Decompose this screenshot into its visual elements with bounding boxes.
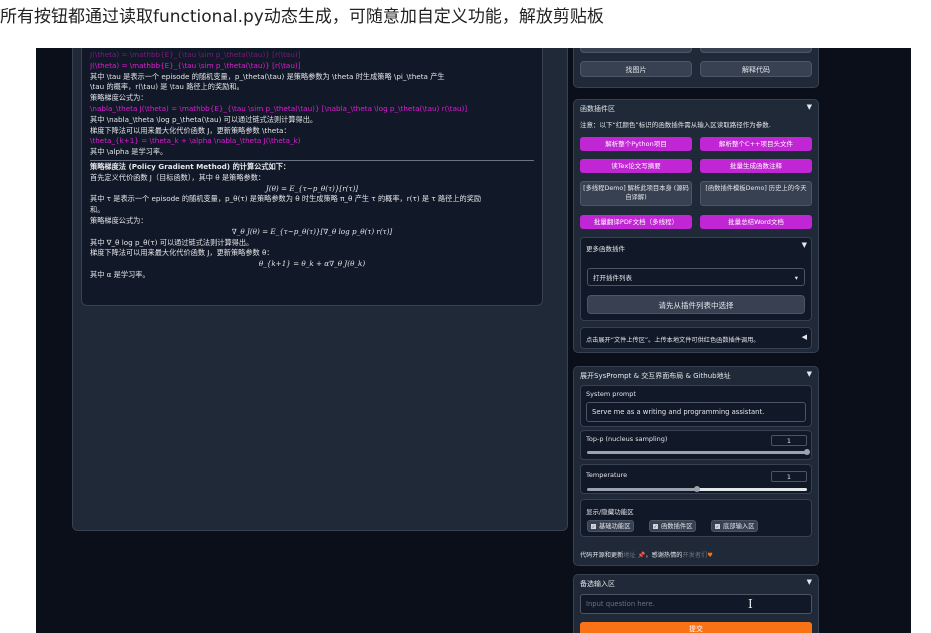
system-prompt-block: System prompt Serve me as a writing and … (580, 385, 812, 427)
rendered-title: 策略梯度法 (Policy Gradient Method) 的计算公式如下： (90, 161, 291, 171)
plugin-note: 注意：以下“红颜色”标识的函数插件需从输入区读取路径作为参数. (580, 121, 771, 129)
plugin-button[interactable]: 读Tex论文写摘要 (580, 159, 692, 173)
temperature-block: Temperature 1 (580, 464, 812, 494)
plugin-dropdown[interactable]: 打开插件列表 ▾ (587, 268, 805, 286)
plugin-button[interactable]: 批量翻译PDF文档（多线程） (580, 215, 692, 229)
dropdown-value: 打开插件列表 (593, 274, 632, 282)
text-cursor-icon: I (748, 597, 753, 611)
find-image-button[interactable]: 找图片 (580, 61, 692, 77)
collapse-icon[interactable]: ▼ (807, 103, 812, 111)
raw-line: 其中 \alpha 是学习率。 (90, 147, 168, 157)
raw-line: J(\theta) = \mathbb{E}_{\tau \sim p_\the… (90, 50, 301, 59)
formula: θ_{k+1} = θ_k + α∇_θ J(θ_k) (258, 259, 366, 269)
rendered-line: 其中 α 是学习率。 (90, 269, 150, 279)
raw-line: \nabla_\theta J(\theta) = \mathbb{E}_{\t… (90, 103, 468, 113)
raw-line: 其中 \nabla_\theta \log p_\theta(\tau) 可以通… (90, 114, 318, 124)
backup-question-input[interactable]: Input question here. (580, 594, 812, 614)
plugin-button[interactable]: [函数插件模板Demo] 历史上的今天 (700, 181, 812, 206)
raw-line: \tau 的概率，r(\tau) 是 \tau 路径上的奖励和。 (90, 82, 244, 92)
temperature-label: Temperature (586, 471, 628, 479)
collapse-icon[interactable]: ▼ (802, 241, 807, 249)
function-plugins-panel: 函数插件区 ▼ 注意：以下“红颜色”标识的函数插件需从输入区读取路径作为参数. … (573, 99, 819, 353)
app-screenshot: J(\theta) = \mathbb{E}_{\tau \sim p_\the… (36, 48, 911, 633)
system-prompt-label: System prompt (586, 390, 636, 398)
divider (90, 159, 534, 161)
collapse-icon[interactable]: ▼ (807, 370, 812, 378)
basic-functions-panel: 找图片 解释代码 (573, 48, 819, 88)
panel-title: 函数插件区 (580, 105, 615, 113)
temperature-number[interactable]: 1 (771, 471, 807, 482)
checkbox-basic[interactable]: ✓ 基础功能区 (587, 520, 635, 532)
chat-message: J(\theta) = \mathbb{E}_{\tau \sim p_\the… (81, 48, 543, 306)
raw-line: 策略梯度公式为： (90, 93, 148, 103)
more-plugins-title: 更多函数插件 (586, 245, 625, 253)
basic-button-partial[interactable] (580, 48, 692, 53)
plugin-button[interactable]: 解析整个C++项目头文件 (700, 137, 812, 151)
rendered-line: 其中 ∇_θ log p_θ(τ) 可以通过链式法则计算得出。 (90, 237, 254, 247)
plugin-button[interactable]: 批量总结Word文档 (700, 215, 812, 229)
upload-hint: 点击展开“文件上传区”。上传本地文件可供红色函数插件调用。 (586, 337, 760, 344)
raw-line: 其中 \tau 是表示一个 episode 的随机变量，p_\theta(\ta… (90, 71, 445, 81)
slider-knob[interactable] (804, 449, 810, 455)
chat-panel: J(\theta) = \mathbb{E}_{\tau \sim p_\the… (72, 48, 568, 531)
more-plugins-section: 更多函数插件 ▼ 打开插件列表 ▾ 请先从插件列表中选择 (580, 237, 812, 321)
top-p-number[interactable]: 1 (771, 435, 807, 446)
system-prompt-input[interactable]: Serve me as a writing and programming as… (586, 402, 806, 422)
rendered-line: 首先定义代价函数 J（目标函数），其中 θ 是策略参数： (90, 172, 266, 182)
rendered-line: 和。 (90, 205, 105, 215)
plugin-button[interactable]: 解析整个Python项目 (580, 137, 692, 151)
plugin-button[interactable]: [多线程Demo] 解析此项目本身 (源码自译解) (580, 181, 692, 206)
developers-link[interactable]: 开发者们 (683, 552, 708, 559)
check-icon: ✓ (591, 523, 596, 529)
chevron-down-icon: ▾ (794, 274, 798, 282)
check-icon: ✓ (653, 523, 658, 529)
caption-text: 所有按钮都通过读取functional.py动态生成，可随意加自定义功能，解放剪… (0, 7, 604, 27)
checkbox-plugins[interactable]: ✓ 函数插件区 (649, 520, 697, 532)
rendered-line: 其中 τ 是表示一个 episode 的随机变量，p_θ(τ) 是策略参数为 θ… (90, 194, 482, 204)
top-p-label: Top-p (nucleus sampling) (586, 435, 668, 443)
repo-link[interactable]: 地址 (623, 552, 635, 559)
heart-icon: ♥ (707, 552, 713, 559)
explain-code-button[interactable]: 解释代码 (700, 61, 812, 77)
upload-section[interactable]: 点击展开“文件上传区”。上传本地文件可供红色函数插件调用。 ◀ (580, 327, 812, 349)
expand-left-icon[interactable]: ◀ (802, 333, 807, 341)
raw-line: \theta_{k+1} = \theta_k + \alpha \nabla_… (90, 136, 301, 146)
top-p-slider[interactable] (587, 449, 810, 455)
toggle-areas-block: 显示/隐藏功能区 ✓ 基础功能区 ✓ 函数插件区 ✓ 底部输入区 (580, 499, 812, 537)
backup-input-panel: 备选输入区 ▼ Input question here. 提交 I (573, 574, 819, 633)
select-plugin-button[interactable]: 请先从插件列表中选择 (587, 295, 805, 314)
panel-title: 展开SysPrompt & 交互界面布局 & Github地址 (580, 372, 731, 380)
check-icon: ✓ (715, 523, 720, 529)
checkbox-bottom-input[interactable]: ✓ 底部输入区 (711, 520, 759, 532)
sysprompt-panel: 展开SysPrompt & 交互界面布局 & Github地址 ▼ System… (573, 366, 819, 566)
footer-credits: 代码开源和更新地址 📌，感谢热情的开发者们♥ (580, 552, 713, 559)
basic-button-partial[interactable] (700, 48, 812, 53)
temperature-slider[interactable] (587, 486, 807, 492)
rendered-line: 策略梯度公式为： (90, 215, 148, 225)
raw-line: J(\theta) = \mathbb{E}_{\tau \sim p_\the… (90, 60, 301, 70)
plugin-button[interactable]: 批量生成函数注释 (700, 159, 812, 173)
formula: J(θ) = E_{τ~p_θ(τ)}[r(τ)] (265, 183, 359, 193)
submit-button[interactable]: 提交 (580, 622, 812, 633)
raw-line: 梯度下降法可以用来最大化代价函数 J，更新策略参数 \theta： (90, 125, 291, 135)
panel-title: 备选输入区 (580, 580, 615, 588)
collapse-icon[interactable]: ▼ (807, 578, 812, 586)
rendered-line: 梯度下降法可以用来最大化代价函数 J，更新策略参数 θ： (90, 248, 274, 258)
slider-knob[interactable] (694, 486, 700, 492)
formula: ∇_θ J(θ) = E_{τ~p_θ(τ)}[∇_θ log p_θ(τ) r… (231, 226, 393, 236)
top-p-block: Top-p (nucleus sampling) 1 (580, 430, 812, 460)
toggle-label: 显示/隐藏功能区 (586, 508, 634, 516)
